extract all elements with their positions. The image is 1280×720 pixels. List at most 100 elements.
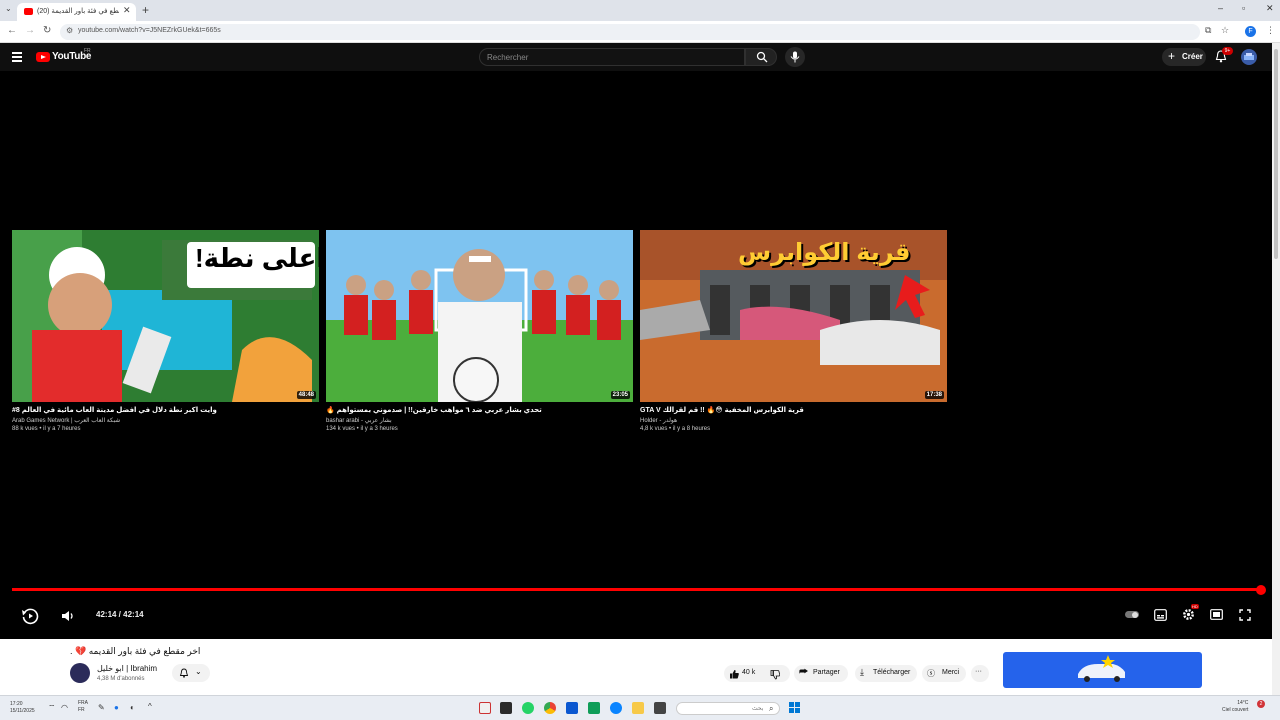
whatsapp-icon[interactable] (522, 702, 534, 714)
like-count[interactable]: 40 k (742, 669, 755, 676)
youtube-header: YouTube FR Rechercher + Créer 9+ (0, 43, 1272, 71)
notification-count-badge[interactable]: 2 (1257, 700, 1265, 708)
video-thumbnail[interactable]: اعلى نطة! 48:48 (12, 230, 319, 402)
search-input[interactable]: Rechercher (479, 48, 745, 66)
install-app-icon[interactable]: ⧉ (1205, 25, 1211, 36)
avatar-image (1244, 53, 1254, 60)
app-icon-9[interactable] (654, 702, 666, 714)
reload-icon[interactable]: ↻ (43, 25, 51, 36)
fullscreen-icon[interactable] (1239, 609, 1251, 621)
thumbs-down-icon[interactable] (770, 670, 780, 680)
app-icon-5[interactable] (566, 702, 578, 714)
share-button[interactable]: ⮫ Partager (794, 665, 848, 682)
video-duration: 23:05 (610, 391, 630, 399)
search-placeholder: Rechercher (487, 53, 529, 62)
network-icon[interactable]: ⌔ (48, 703, 56, 713)
search-icon (756, 51, 768, 63)
forward-icon[interactable]: → (25, 25, 35, 36)
new-tab-button[interactable]: + (142, 3, 149, 17)
volume-icon[interactable] (61, 609, 75, 623)
edge-icon[interactable] (610, 702, 622, 714)
bookmark-star-icon[interactable]: ☆ (1221, 25, 1229, 36)
theater-mode-icon[interactable] (1210, 609, 1223, 620)
channel-name[interactable]: ابو خليل | Ibrahim (97, 664, 157, 673)
thanks-icon: ⓢ (927, 669, 935, 678)
card-meta: 4,8 k vues • il y a 8 heures (640, 426, 711, 432)
card-title[interactable]: 🔥 تحدي بشار عربي ضد ٦ مواهب خارقين!! | ص… (326, 406, 633, 414)
restore-icon[interactable]: ▫ (1242, 3, 1245, 13)
card-title[interactable]: #8 وايت اكبر نطة دلال في افضل مدينة العا… (12, 406, 319, 414)
card-channel[interactable]: bashar arabi - بشار عربي (326, 417, 633, 424)
share-icon: ⮫ (799, 667, 809, 678)
video-player[interactable]: اعلى نطة! 48:48 #8 وايت اكبر نطة دلال في… (0, 71, 1272, 639)
site-info-icon[interactable]: ⚙ (66, 26, 73, 35)
app-icon-1[interactable] (479, 702, 491, 714)
taskbar-clock[interactable]: 17:20 15/11/2025 (10, 701, 35, 715)
thumbs-up-icon[interactable] (729, 669, 739, 679)
card-channel[interactable]: Arab Games Network | شبكة العاب العرب (12, 417, 319, 424)
hd-badge: HD (1191, 604, 1199, 609)
download-button[interactable]: ⤓ Télécharger (855, 665, 917, 682)
end-screen-card[interactable]: قرية الكوابرس 17:38 GTA V قرية الكوابرس … (640, 230, 947, 432)
app-icon-2[interactable] (500, 702, 512, 714)
ad-banner[interactable] (1003, 652, 1202, 688)
search-icon: ⌕ (769, 704, 774, 713)
taskbar-search-text: بحث (752, 706, 764, 712)
user-avatar[interactable] (1241, 49, 1257, 65)
url-text: youtube.com/watch?v=J5NEZrkGUek&t=665s (78, 27, 221, 34)
scrubber-handle[interactable] (1256, 585, 1266, 595)
replay-icon[interactable] (21, 607, 39, 625)
youtube-play-icon (36, 52, 50, 62)
thanks-button[interactable]: ⓢ Merci (922, 665, 966, 682)
back-icon[interactable]: ← (7, 25, 17, 36)
create-button[interactable]: + Créer (1162, 48, 1206, 66)
subtitles-icon[interactable] (1154, 609, 1167, 621)
menu-icon[interactable] (12, 52, 22, 62)
video-duration: 48:48 (296, 391, 316, 399)
subscription-bell-button[interactable]: ⌄ (172, 664, 210, 682)
app-icon-6[interactable] (588, 702, 600, 714)
voice-search-button[interactable] (785, 47, 805, 67)
tab-title: (20) اخر مقطع في فئة باور القديمة (37, 8, 119, 15)
chrome-icon[interactable] (544, 702, 556, 714)
microphone-tray-icon[interactable]: ● (114, 703, 119, 712)
card-channel[interactable]: Holder - هولدر (640, 417, 947, 424)
autoplay-toggle[interactable] (1125, 611, 1139, 618)
address-bar[interactable]: ⚙ youtube.com/watch?v=J5NEZrkGUek&t=665s (60, 24, 1200, 40)
windows-start-icon[interactable] (789, 702, 800, 713)
plus-icon: + (1168, 49, 1176, 63)
settings-gear-icon[interactable] (1182, 608, 1195, 621)
more-actions-button[interactable]: ··· (971, 665, 989, 682)
card-title[interactable]: GTA V قرية الكوابرس المخفية 😳🔥 !! قم لقر… (640, 406, 947, 414)
like-dislike-group: 40 k (724, 665, 790, 682)
tab-list-icon[interactable]: ⌄ (5, 4, 12, 13)
browser-tab-active[interactable]: (20) اخر مقطع في فئة باور القديمة ✕ (17, 3, 136, 21)
video-thumbnail[interactable]: 23:05 (326, 230, 633, 402)
search-button[interactable] (745, 48, 777, 66)
video-duration: 17:38 (924, 391, 944, 399)
subscriber-count: 4,38 M d'abonnés (97, 676, 145, 682)
weather-widget[interactable]: 14°C Ciel couvert (1222, 700, 1248, 714)
taskbar-search[interactable]: بحث ⌕ (676, 702, 780, 715)
end-screen-card[interactable]: اعلى نطة! 48:48 #8 وايت اكبر نطة دلال في… (12, 230, 319, 432)
tray-expand-icon[interactable]: ^ (148, 702, 152, 711)
scrollbar-thumb[interactable] (1274, 49, 1278, 259)
progress-bar[interactable] (12, 588, 1261, 591)
file-explorer-icon[interactable] (632, 702, 644, 714)
browser-menu-icon[interactable]: ⋮ (1266, 25, 1275, 36)
ad-image (1078, 655, 1125, 682)
tab-close-icon[interactable]: ✕ (123, 5, 131, 16)
video-thumbnail[interactable]: قرية الكوابرس 17:38 (640, 230, 947, 402)
window-close-icon[interactable]: ✕ (1266, 3, 1274, 14)
speaker-icon[interactable]: ◐ (130, 703, 135, 712)
channel-avatar[interactable] (70, 663, 90, 683)
wifi-icon[interactable]: ◠ (61, 703, 68, 712)
pen-icon[interactable]: ✎ (98, 703, 105, 712)
minimize-icon[interactable]: – (1218, 3, 1223, 13)
language-indicator[interactable]: FRA FR (78, 700, 88, 714)
browser-profile-avatar[interactable]: F (1245, 26, 1256, 37)
page-scrollbar[interactable] (1272, 43, 1280, 695)
end-screen-card[interactable]: 23:05 🔥 تحدي بشار عربي ضد ٦ مواهب خارقين… (326, 230, 633, 432)
create-label: Créer (1182, 52, 1203, 61)
keyboard-layout: FR (78, 707, 85, 713)
